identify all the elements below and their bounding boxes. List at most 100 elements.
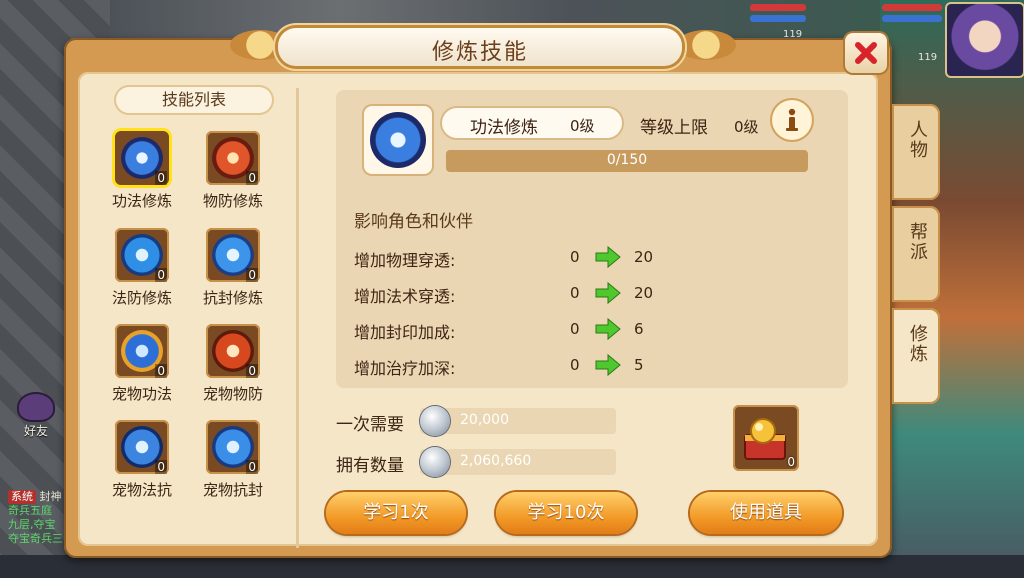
- owned-amount-label: 拥有数量: [336, 456, 404, 476]
- learn-ten-button[interactable]: 学习10次: [496, 492, 636, 534]
- cost-required-label: 一次需要: [336, 415, 404, 435]
- hp-mp-bars-right: [882, 4, 942, 30]
- tab-guild[interactable]: 帮派: [892, 206, 940, 302]
- skill-count: 0: [155, 268, 167, 282]
- skill-count: 0: [155, 460, 167, 474]
- skill-list-title: 技能列表: [116, 87, 272, 113]
- selected-skill-icon-frame: [364, 106, 432, 174]
- chat-line: 封神: [39, 490, 62, 503]
- chat-system-tag: 系统: [8, 490, 36, 504]
- skill-count: 0: [246, 268, 258, 282]
- stat-next: 20: [634, 284, 654, 302]
- skill-icon-frame: 0: [115, 131, 169, 185]
- stat-label: 增加物理穿透:: [354, 251, 456, 270]
- skill-icon-frame: 0: [115, 420, 169, 474]
- skill-label: 法防修炼: [111, 289, 172, 307]
- skill-item-magic-defense[interactable]: 0 法防修炼: [110, 228, 174, 308]
- player-avatar[interactable]: [945, 2, 1024, 78]
- level-cap-label: 等级上限: [640, 118, 708, 138]
- skill-icon-frame: 0: [115, 228, 169, 282]
- info-icon: [786, 108, 798, 131]
- silver-coin-icon: [420, 406, 450, 436]
- silver-coin-icon: [420, 447, 450, 477]
- title-ornament-right: [676, 30, 736, 60]
- info-button[interactable]: [772, 100, 812, 140]
- skill-count: 0: [155, 171, 167, 185]
- stat-next: 5: [634, 356, 644, 374]
- friend-label: 好友: [23, 424, 48, 438]
- green-arrow-icon: [595, 245, 621, 269]
- item-count: 0: [787, 455, 795, 469]
- level-readout-2: 119: [918, 52, 938, 63]
- mp-bar: [750, 15, 806, 22]
- green-arrow-icon: [595, 281, 621, 305]
- tab-label: 修炼: [907, 324, 928, 364]
- skill-icon-frame: 0: [115, 324, 169, 378]
- swirl-orb-icon: [370, 112, 426, 168]
- stat-row: 增加法术穿透: 0 20: [354, 281, 674, 307]
- skill-count: 0: [246, 364, 258, 378]
- skill-label: 抗封修炼: [202, 289, 263, 307]
- skill-label: 功法修炼: [111, 192, 172, 210]
- skill-count: 0: [246, 171, 258, 185]
- stat-current: 0: [570, 320, 580, 338]
- tab-character[interactable]: 人物: [892, 104, 940, 200]
- skill-name: 功法修炼: [470, 118, 538, 138]
- skill-item-physical-defense[interactable]: 0 物防修炼: [201, 131, 265, 211]
- title-plate: 修炼技能: [278, 28, 682, 66]
- green-arrow-icon: [595, 353, 621, 377]
- tab-label: 人物: [907, 120, 928, 160]
- stat-current: 0: [570, 356, 580, 374]
- affect-title: 影响角色和伙伴: [354, 212, 473, 232]
- skill-icon-frame: 0: [206, 228, 260, 282]
- scene-bottom-bar: [0, 555, 1024, 578]
- close-button[interactable]: [845, 33, 887, 73]
- skill-level: 0级: [570, 117, 595, 135]
- stat-next: 20: [634, 248, 654, 266]
- item-slot[interactable]: 0: [733, 405, 799, 471]
- mp-bar: [882, 15, 942, 22]
- dialog-title: 修炼技能: [431, 40, 528, 65]
- stat-label: 增加封印加成:: [354, 323, 456, 342]
- skill-item-pet-seal-resist[interactable]: 0 宠物抗封: [201, 420, 265, 500]
- owned-amount-value: 2,060,660: [460, 453, 532, 469]
- stat-label: 增加法术穿透:: [354, 287, 456, 306]
- skill-label: 宠物法抗: [111, 481, 172, 499]
- owned-amount-row: 拥有数量 2,060,660: [336, 447, 616, 477]
- cost-required-value: 20,000: [460, 412, 509, 428]
- tab-label: 帮派: [907, 222, 928, 262]
- stat-current: 0: [570, 284, 580, 302]
- learn-once-button[interactable]: 学习1次: [326, 492, 466, 534]
- stat-current: 0: [570, 248, 580, 266]
- stat-row: 增加封印加成: 0 6: [354, 317, 674, 343]
- hp-bar: [750, 4, 806, 11]
- skill-icon-frame: 0: [206, 420, 260, 474]
- use-item-button[interactable]: 使用道具: [690, 492, 842, 534]
- skill-count: 0: [246, 460, 258, 474]
- stat-next: 6: [634, 320, 644, 338]
- green-arrow-icon: [595, 317, 621, 341]
- skill-item-pet-magic-resist[interactable]: 0 宠物法抗: [110, 420, 174, 500]
- skill-item-pet-attack[interactable]: 0 宠物功法: [110, 324, 174, 404]
- stat-row: 增加治疗加深: 0 5: [354, 353, 674, 379]
- progress-text: 0/150: [606, 152, 648, 168]
- skill-label: 宠物功法: [111, 385, 172, 403]
- skill-item-pet-physical-defense[interactable]: 0 宠物物防: [201, 324, 265, 404]
- skill-item-attack-cultivation[interactable]: 0 功法修炼: [110, 131, 174, 211]
- experience-progress-bar: 0/150: [446, 150, 808, 172]
- skill-item-seal-resist[interactable]: 0 抗封修炼: [201, 228, 265, 308]
- skill-icon-frame: 0: [206, 324, 260, 378]
- hp-mp-bars-left: [750, 4, 806, 30]
- stat-label: 增加治疗加深:: [354, 359, 456, 378]
- wizard-hat-icon: [17, 392, 55, 422]
- skill-name-plate: 功法修炼 0级: [442, 108, 622, 138]
- friend-button[interactable]: 好友: [10, 392, 62, 440]
- close-icon: [855, 42, 877, 64]
- tab-cultivation[interactable]: 修炼: [892, 308, 940, 404]
- hp-bar: [882, 4, 942, 11]
- level-cap-value: 0级: [734, 118, 759, 136]
- cost-required-row: 一次需要 20,000: [336, 406, 616, 436]
- panel-divider: [296, 88, 299, 548]
- skill-count: 0: [155, 364, 167, 378]
- skill-label: 宠物物防: [202, 385, 263, 403]
